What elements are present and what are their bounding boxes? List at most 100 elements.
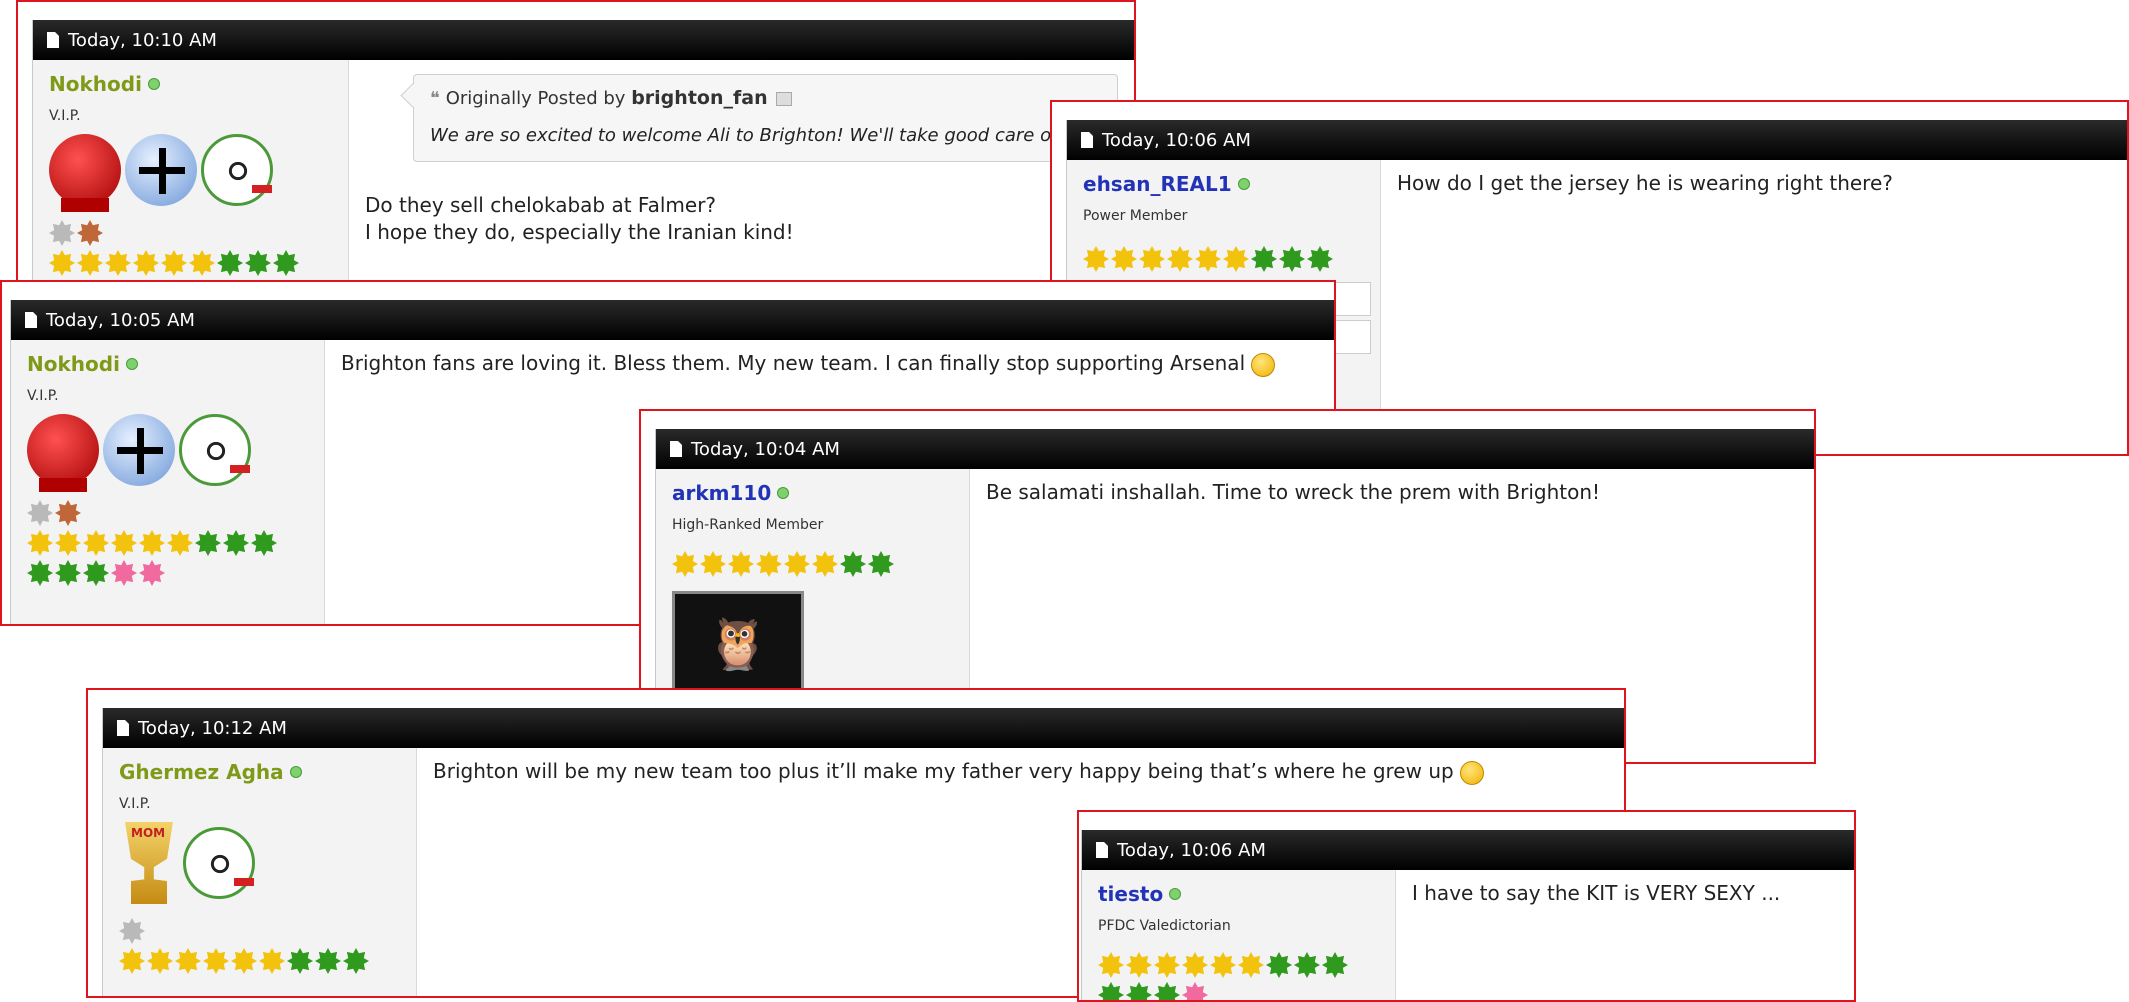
- username[interactable]: Nokhodi: [27, 352, 120, 376]
- star-icon: [812, 551, 838, 577]
- view-post-icon[interactable]: [775, 92, 792, 106]
- username-link[interactable]: Ghermez Agha: [119, 760, 416, 784]
- star-icon: [756, 551, 782, 577]
- reputation-stars: [49, 250, 348, 276]
- star-icon: [133, 250, 159, 276]
- user-info: Nokhodi V.I.P.: [33, 60, 349, 288]
- star-icon: [83, 530, 109, 556]
- reputation-stars: [27, 500, 324, 526]
- reputation-stars: [119, 948, 416, 974]
- user-info: Nokhodi V.I.P.: [11, 340, 325, 624]
- smiley-icon: [1459, 760, 1484, 785]
- star-icon: [175, 948, 201, 974]
- star-icon: [167, 530, 193, 556]
- post-header: Today, 10:05 AM: [11, 300, 1334, 340]
- post-header: Today, 10:06 AM: [1082, 830, 1854, 870]
- post-time: Today, 10:06 AM: [1117, 839, 1266, 861]
- star-icon: [1154, 982, 1180, 1000]
- post-time: Today, 10:12 AM: [138, 717, 287, 739]
- star-icon: [105, 250, 131, 276]
- trophy-label: MOM: [131, 826, 166, 840]
- federation-vip-badge-icon: [201, 134, 273, 206]
- star-icon: [251, 530, 277, 556]
- star-icon: [203, 948, 229, 974]
- star-icon: [1154, 952, 1180, 978]
- document-icon: [117, 720, 129, 736]
- star-icon: [161, 250, 187, 276]
- star-icon: [343, 948, 369, 974]
- star-icon: [1126, 982, 1152, 1000]
- post-header: Today, 10:12 AM: [103, 708, 1624, 748]
- star-icon: [27, 500, 53, 526]
- star-icon: [111, 530, 137, 556]
- star-icon: [1126, 952, 1152, 978]
- username[interactable]: Ghermez Agha: [119, 760, 284, 784]
- username-link[interactable]: arkm110: [672, 481, 969, 505]
- document-icon: [1081, 132, 1093, 148]
- user-badges: [27, 414, 324, 492]
- star-icon: [1083, 246, 1109, 272]
- username-link[interactable]: Nokhodi: [27, 352, 324, 376]
- star-icon: [1322, 952, 1348, 978]
- star-icon: [231, 948, 257, 974]
- reputation-stars: [27, 560, 324, 586]
- post-frame-1006-tiesto: Today, 10:06 AM tiesto PFDC Valedictoria…: [1077, 810, 1856, 1002]
- star-icon: [1098, 952, 1124, 978]
- username[interactable]: arkm110: [672, 481, 771, 505]
- star-icon: [1223, 246, 1249, 272]
- username-link[interactable]: Nokhodi: [49, 72, 348, 96]
- message-text-span: Brighton will be my new team too plus it…: [433, 759, 1454, 783]
- post: Today, 10:10 AM Nokhodi V.I.P. ❝ Origina…: [32, 20, 1134, 288]
- star-icon: [139, 530, 165, 556]
- user-title: Power Member: [1083, 208, 1188, 224]
- user-info: tiesto PFDC Valedictorian: [1082, 870, 1396, 1000]
- trophy-badge-icon: MOM: [119, 822, 179, 904]
- star-icon: [27, 560, 53, 586]
- post-time: Today, 10:10 AM: [68, 29, 217, 51]
- federation-vip-badge-icon: [183, 827, 255, 899]
- message-text: Be salamati inshallah. Time to wreck the…: [986, 480, 1601, 504]
- star-icon: [55, 500, 81, 526]
- message-text: Brighton will be my new team too plus it…: [433, 758, 1608, 785]
- star-icon: [245, 250, 271, 276]
- reputation-stars: [49, 220, 348, 246]
- username[interactable]: ehsan_REAL1: [1083, 172, 1232, 196]
- online-status-icon: [1237, 178, 1250, 190]
- username[interactable]: tiesto: [1098, 882, 1163, 906]
- message-text-span: Brighton fans are loving it. Bless them.…: [341, 351, 1246, 375]
- star-icon: [1195, 246, 1221, 272]
- star-icon: [1111, 246, 1137, 272]
- username-link[interactable]: ehsan_REAL1: [1083, 172, 1380, 196]
- star-icon: [77, 250, 103, 276]
- username[interactable]: Nokhodi: [49, 72, 142, 96]
- star-icon: [1279, 246, 1305, 272]
- star-icon: [273, 250, 299, 276]
- star-icon: [1210, 952, 1236, 978]
- star-icon: [1266, 952, 1292, 978]
- star-icon: [1294, 952, 1320, 978]
- star-icon: [119, 948, 145, 974]
- quote-label: Originally Posted by: [445, 88, 626, 109]
- star-icon: [147, 948, 173, 974]
- message-line: I hope they do, especially the Iranian k…: [365, 220, 794, 244]
- post-content: I have to say the KIT is VERY SEXY ...: [1396, 870, 1854, 1000]
- star-icon: [728, 551, 754, 577]
- star-icon: [1167, 246, 1193, 272]
- reputation-stars: [119, 918, 416, 944]
- star-icon: [1182, 982, 1208, 1000]
- football-plus-badge-icon: [103, 414, 175, 486]
- username-link[interactable]: tiesto: [1098, 882, 1395, 906]
- user-title: V.I.P.: [27, 388, 59, 404]
- quote-icon: ❝: [430, 88, 440, 109]
- persepolis-badge-icon: [27, 414, 99, 492]
- online-status-icon: [147, 78, 160, 90]
- post-content: ❝ Originally Posted by brighton_fan We ar…: [349, 60, 1134, 288]
- owl-avatar-icon: 🦉: [672, 591, 804, 697]
- persepolis-badge-icon: [49, 134, 121, 212]
- post-header: Today, 10:10 AM: [33, 20, 1134, 60]
- reputation-stars: [27, 530, 324, 556]
- star-icon: [700, 551, 726, 577]
- quote-box: ❝ Originally Posted by brighton_fan We ar…: [413, 74, 1118, 162]
- quote-text: We are so excited to welcome Ali to Brig…: [430, 125, 1058, 146]
- star-icon: [83, 560, 109, 586]
